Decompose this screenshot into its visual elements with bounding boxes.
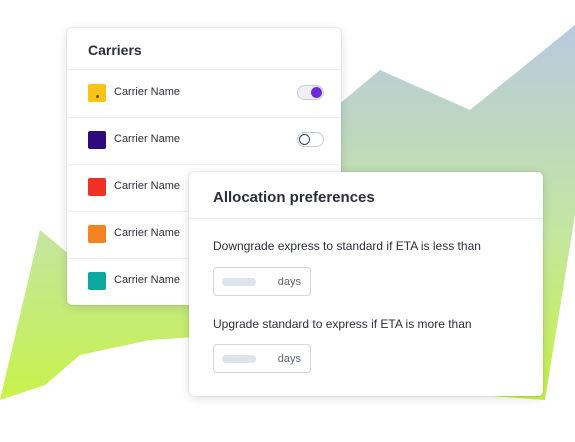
carrier-row: Carrier Name (67, 70, 341, 118)
carrier-name: Carrier Name (114, 274, 181, 286)
carrier-color-swatch (88, 178, 106, 196)
carrier-color-swatch (88, 225, 106, 243)
carrier-name: Carrier Name (114, 227, 181, 239)
upgrade-days-input[interactable]: days (213, 344, 311, 373)
allocation-preferences-card: Allocation preferences Downgrade express… (189, 172, 543, 396)
input-placeholder-bar (222, 278, 256, 286)
carriers-title: Carriers (67, 28, 341, 70)
toggle-knob (299, 134, 310, 145)
carrier-color-swatch (88, 84, 106, 102)
days-unit: days (277, 353, 301, 365)
carrier-name: Carrier Name (114, 180, 181, 192)
carrier-toggle[interactable] (297, 132, 324, 147)
days-unit: days (277, 276, 301, 288)
downgrade-days-input[interactable]: days (213, 267, 311, 296)
downgrade-label: Downgrade express to standard if ETA is … (213, 239, 481, 253)
carrier-row: Carrier Name (67, 117, 341, 165)
allocation-title: Allocation preferences (189, 172, 543, 219)
carrier-color-swatch (88, 131, 106, 149)
carrier-toggle[interactable] (297, 85, 324, 100)
upgrade-label: Upgrade standard to express if ETA is mo… (213, 317, 472, 331)
carrier-name: Carrier Name (114, 86, 181, 98)
carrier-name: Carrier Name (114, 133, 181, 145)
carrier-color-swatch (88, 272, 106, 290)
toggle-knob (311, 87, 322, 98)
input-placeholder-bar (222, 355, 256, 363)
